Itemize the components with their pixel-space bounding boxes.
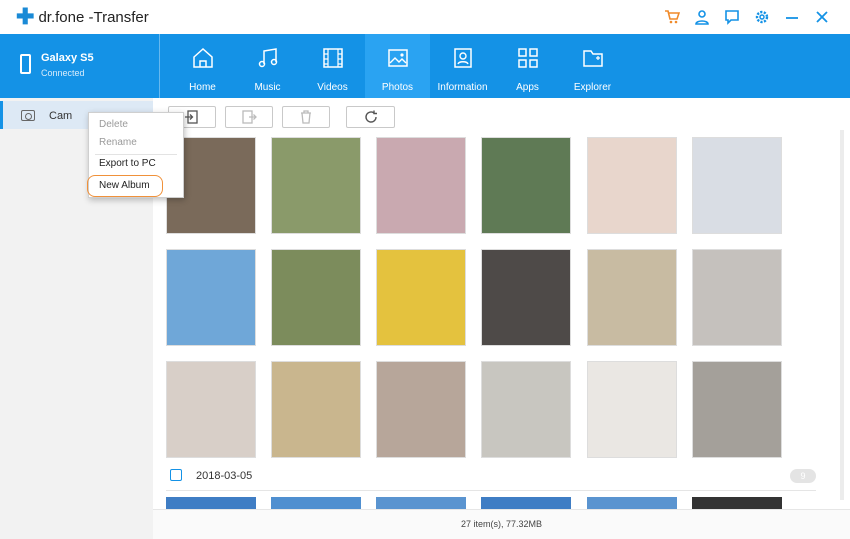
tab-videos[interactable]: Videos	[300, 34, 365, 98]
feedback-icon[interactable]	[724, 9, 740, 25]
photo-thumbnail[interactable]	[376, 249, 466, 346]
sidebar-item-label: Cam	[49, 110, 73, 122]
main-nav: Galaxy S5 Connected Home Music Videos Ph…	[0, 34, 850, 98]
tab-home[interactable]: Home	[170, 34, 235, 98]
device-name: Galaxy S5	[41, 52, 94, 64]
divider	[166, 490, 816, 491]
menu-divider	[95, 154, 177, 155]
title-bar: ✚ dr.fone -Transfer	[0, 0, 850, 34]
select-group-checkbox[interactable]	[170, 469, 182, 481]
tab-label: Information	[437, 82, 488, 93]
export-icon	[242, 110, 257, 124]
cart-icon[interactable]	[664, 9, 680, 25]
photo-thumbnail[interactable]	[692, 361, 782, 458]
photos-icon	[388, 49, 408, 67]
settings-icon[interactable]	[754, 9, 770, 25]
photo-thumbnail[interactable]	[166, 497, 256, 509]
explorer-icon	[583, 50, 603, 67]
photo-thumbnail[interactable]	[481, 361, 571, 458]
information-icon	[454, 48, 472, 68]
home-icon	[193, 47, 213, 68]
photo-thumbnail[interactable]	[587, 249, 677, 346]
menu-item-delete[interactable]: Delete	[99, 119, 128, 130]
scrollbar[interactable]	[840, 130, 844, 500]
photo-thumbnail[interactable]	[271, 497, 361, 509]
tab-label: Music	[254, 82, 281, 93]
apps-icon	[518, 48, 538, 68]
photo-thumbnail[interactable]	[692, 137, 782, 234]
dr-fone-logo-icon: ✚	[16, 4, 35, 29]
photo-thumbnail[interactable]	[692, 497, 782, 509]
photo-thumbnail[interactable]	[481, 497, 571, 509]
date-group-header: 2018-03-05 9	[166, 467, 816, 487]
photo-thumbnail[interactable]	[376, 497, 466, 509]
refresh-button[interactable]	[346, 106, 395, 128]
group-count-badge: 9	[790, 469, 816, 483]
device-status: Connected	[41, 68, 85, 78]
photo-thumbnail[interactable]	[481, 249, 571, 346]
photo-thumbnail[interactable]	[587, 361, 677, 458]
app-title: dr.fone -Transfer	[38, 8, 149, 26]
photo-thumbnail[interactable]	[166, 361, 256, 458]
status-bar: 27 item(s), 77.32MB	[153, 509, 850, 539]
tab-music[interactable]: Music	[235, 34, 300, 98]
tab-information[interactable]: Information	[430, 34, 495, 98]
music-icon	[258, 48, 278, 68]
videos-icon	[323, 48, 343, 68]
photo-thumbnail[interactable]	[271, 361, 361, 458]
tab-label: Apps	[516, 82, 539, 93]
phone-icon	[20, 54, 31, 74]
tab-explorer[interactable]: Explorer	[560, 34, 625, 98]
photo-thumbnail[interactable]	[271, 137, 361, 234]
import-icon	[185, 110, 198, 124]
photo-thumbnail[interactable]	[587, 137, 677, 234]
tab-apps[interactable]: Apps	[495, 34, 560, 98]
photo-thumbnail[interactable]	[481, 137, 571, 234]
photo-thumbnail[interactable]	[587, 497, 677, 509]
tab-label: Home	[189, 82, 216, 93]
close-icon[interactable]	[814, 9, 830, 25]
status-text: 27 item(s), 77.32MB	[460, 519, 543, 529]
tab-label: Videos	[317, 82, 348, 93]
photo-thumbnail[interactable]	[692, 249, 782, 346]
highlight-outline	[87, 175, 163, 197]
device-selector[interactable]: Galaxy S5 Connected	[0, 34, 160, 98]
delete-button[interactable]	[282, 106, 330, 128]
menu-item-rename[interactable]: Rename	[99, 137, 137, 148]
app-logo: ✚ dr.fone -Transfer	[16, 4, 149, 29]
group-date: 2018-03-05	[196, 470, 253, 482]
photo-thumbnail[interactable]	[271, 249, 361, 346]
photo-thumbnail[interactable]	[376, 361, 466, 458]
tab-label: Explorer	[573, 82, 612, 93]
camera-icon	[21, 110, 35, 121]
photo-thumbnail[interactable]	[166, 249, 256, 346]
tab-photos[interactable]: Photos	[365, 34, 430, 98]
refresh-icon	[364, 110, 377, 123]
minimize-icon[interactable]	[784, 9, 800, 25]
trash-icon	[301, 110, 311, 124]
photo-thumbnail[interactable]	[376, 137, 466, 234]
tab-label: Photos	[381, 82, 414, 93]
user-icon[interactable]	[694, 9, 710, 25]
menu-item-export-to-pc[interactable]: Export to PC	[99, 158, 156, 169]
export-button[interactable]	[225, 106, 273, 128]
